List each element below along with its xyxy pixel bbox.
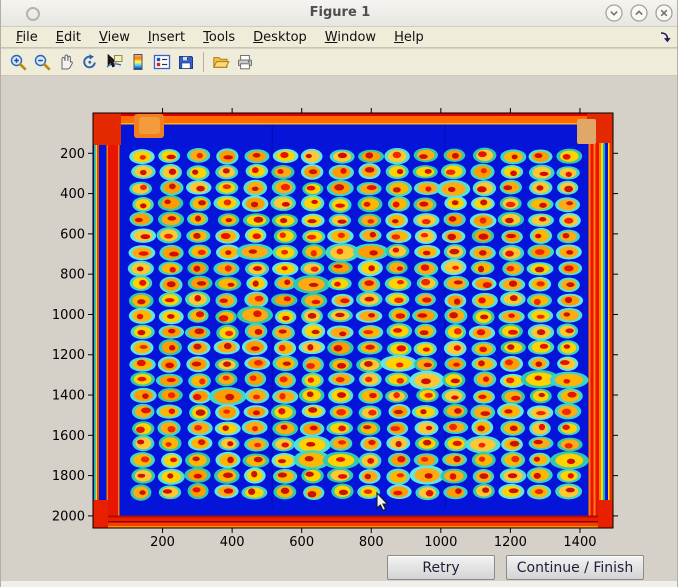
continue-finish-button[interactable]: Continue / Finish bbox=[506, 555, 644, 580]
y-tick-label: 1600 bbox=[52, 429, 85, 444]
y-tick-label: 200 bbox=[60, 147, 85, 162]
x-tick-label: 1200 bbox=[494, 535, 527, 550]
x-tick-label: 200 bbox=[150, 535, 175, 550]
retry-button[interactable]: Retry bbox=[387, 555, 495, 580]
x-tick-label: 600 bbox=[289, 535, 314, 550]
figure-window: Figure 1 FileE bbox=[0, 0, 678, 587]
y-tick-label: 1200 bbox=[52, 348, 85, 363]
figure-canvas[interactable]: 200 400 600 800 1000 1200 1400 200 400 600 800 1000… bbox=[1, 0, 678, 587]
y-tick-label: 400 bbox=[60, 187, 85, 202]
x-tick-label: 1400 bbox=[563, 535, 596, 550]
x-tick-label: 1000 bbox=[424, 535, 457, 550]
y-tick-label: 1000 bbox=[52, 308, 85, 323]
y-tick-label: 1800 bbox=[52, 469, 85, 484]
y-tick-label: 800 bbox=[60, 268, 85, 283]
y-tick-label: 2000 bbox=[52, 509, 85, 524]
y-tick-label: 1400 bbox=[52, 389, 85, 404]
x-tick-label: 400 bbox=[220, 535, 245, 550]
y-tick-label: 600 bbox=[60, 227, 85, 242]
x-tick-label: 800 bbox=[359, 535, 384, 550]
